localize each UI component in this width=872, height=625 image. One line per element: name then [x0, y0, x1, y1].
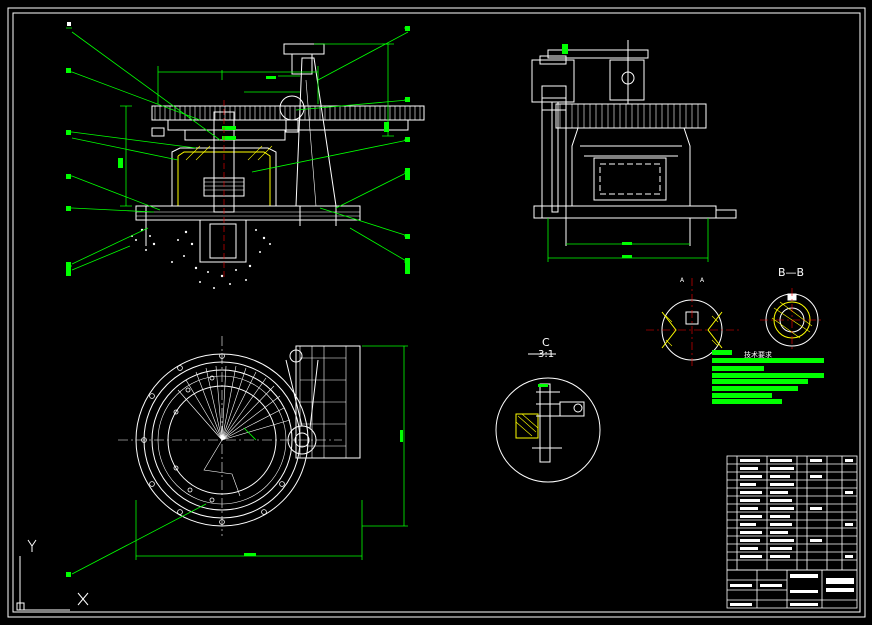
parts-list-fills [740, 459, 853, 558]
tech-req-text-blocks [712, 350, 824, 404]
detail-c-tags [538, 384, 548, 387]
plan-view-bolt-holes [141, 353, 285, 525]
cad-drawing-canvas[interactable]: C 3:1 A A B—B 技术要求 [0, 0, 872, 625]
front-elevation-dimensions [66, 27, 410, 271]
white-dot-marker [67, 22, 71, 26]
section-bb-label: B—B [778, 266, 804, 279]
ucs-axis-icon [16, 539, 89, 611]
plan-view-tags [66, 430, 403, 577]
side-gear-hatch [559, 104, 699, 128]
front-elevation-tags [66, 26, 410, 276]
section-a-mark-right: A [700, 277, 705, 284]
plan-view-dimensions [71, 345, 408, 575]
plan-view [135, 345, 361, 527]
section-a-mark-left: A [680, 277, 685, 284]
foundation-concrete [131, 228, 271, 289]
detail-c-view [495, 353, 601, 483]
tech-req-title: 技术要求 [744, 350, 772, 359]
detail-c-scale: 3:1 [538, 349, 554, 360]
drawing-border [7, 7, 866, 618]
detail-c-label: C [542, 336, 550, 349]
side-elevation-view [531, 40, 737, 246]
front-elevation-view [135, 43, 425, 263]
